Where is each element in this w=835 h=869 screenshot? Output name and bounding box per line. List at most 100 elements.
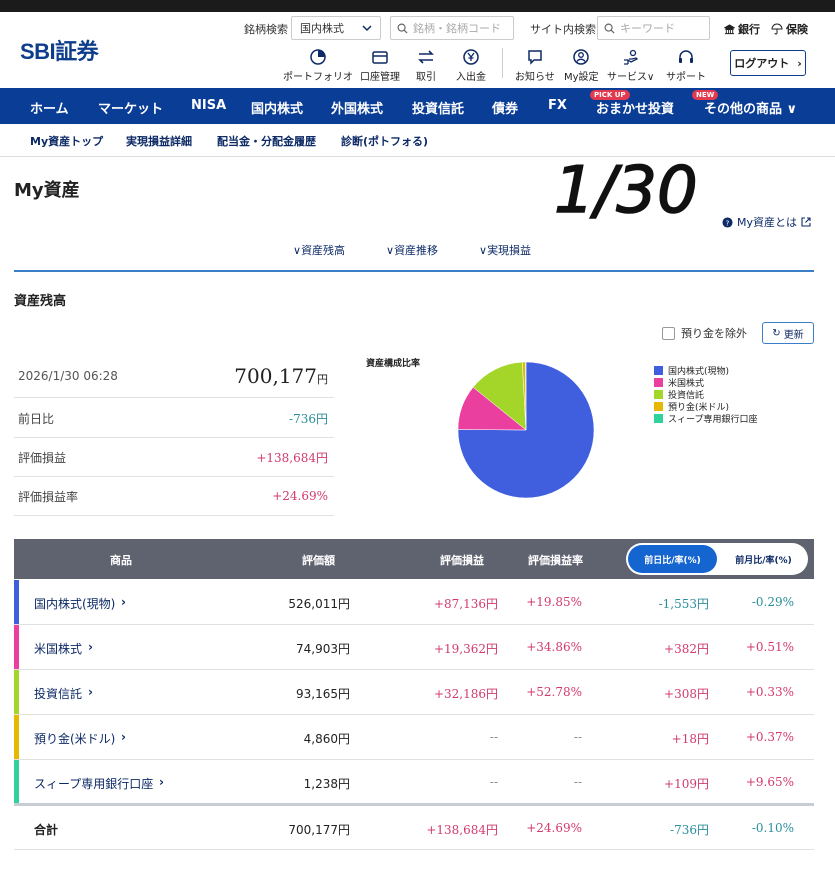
pl-rate-cell: --	[573, 730, 582, 744]
stock-search-placeholder: 銘柄・銘柄コード	[413, 22, 501, 35]
toggle-prev-day[interactable]: 前日比/率(%)	[628, 545, 717, 573]
svg-text:?: ?	[726, 218, 730, 227]
site-search-input[interactable]: キーワード	[597, 16, 710, 40]
row-color-bar	[14, 580, 19, 624]
bank-icon	[724, 23, 735, 34]
sbi-logo[interactable]: SBI証券	[20, 34, 99, 66]
total-valuation: 700,177円	[288, 823, 350, 837]
nav-item-fx[interactable]: FX	[548, 98, 567, 113]
nav-item-bond[interactable]: 債券	[492, 98, 518, 117]
product-link[interactable]: 国内株式(現物)	[34, 595, 115, 612]
my-settings-button[interactable]: My設定	[564, 48, 599, 83]
total-label: 合計	[34, 823, 59, 837]
nav-item-other-label: その他の商品	[704, 102, 783, 117]
legend-item: スィープ専用銀行口座	[654, 412, 757, 425]
total-pl: +138,684円	[426, 823, 498, 837]
portfolio-button[interactable]: ポートフォリオ	[283, 48, 353, 83]
trade-label: 取引	[416, 72, 436, 83]
checkbox-box[interactable]	[662, 326, 675, 340]
legend-item: 米国株式	[654, 376, 757, 389]
row-color-bar	[14, 760, 19, 804]
anchor-asset-balance[interactable]: ∨資産残高	[293, 242, 345, 258]
help-icon: ?	[722, 216, 733, 228]
site-search-label: サイト内検索	[530, 23, 596, 36]
pl-cell: --	[489, 730, 498, 744]
notice-button[interactable]: お知らせ	[515, 48, 555, 83]
nav-item-home[interactable]: ホーム	[30, 98, 69, 117]
pl-rate-cell: +52.78%	[526, 685, 582, 699]
chevron-right-icon: ›	[88, 685, 93, 699]
nav-item-domestic-stock[interactable]: 国内株式	[251, 98, 303, 117]
nav-item-fund[interactable]: 投資信託	[412, 98, 464, 117]
table-row: 投資信託 › 93,165円 +32,186円 +52.78% +308円 +0.33%	[14, 670, 814, 715]
product-link[interactable]: 米国株式	[34, 640, 82, 657]
legend-swatch	[654, 401, 663, 411]
pl-rate-cell: +34.86%	[526, 640, 582, 654]
col-pl: 評価損益	[440, 554, 484, 567]
nav-item-market[interactable]: マーケット	[98, 98, 163, 117]
valuation-cell: 93,165円	[296, 687, 350, 701]
insurance-link[interactable]: 保険	[771, 21, 808, 37]
chevron-down-icon: ∨	[386, 244, 395, 257]
toggle-prev-month[interactable]: 前月比/率(%)	[721, 545, 806, 573]
page-title: My資産	[14, 180, 80, 201]
day-change-cell: +382円	[664, 642, 709, 656]
pl-rate-cell: +19.85%	[526, 595, 582, 609]
chevron-right-icon: ›	[121, 595, 126, 609]
service-label: サービス	[607, 72, 647, 83]
day-change-rate-cell: +9.65%	[745, 775, 794, 789]
logout-button[interactable]: ログアウト ›	[730, 50, 806, 76]
row-color-bar	[14, 670, 19, 714]
anchor-asset-trend[interactable]: ∨資産推移	[386, 242, 438, 258]
product-link[interactable]: スィープ専用銀行口座	[34, 775, 153, 792]
market-select[interactable]: 国内株式	[291, 16, 381, 40]
nav-item-other-products[interactable]: その他の商品 ∨	[704, 98, 797, 117]
trade-button[interactable]: 取引	[416, 48, 436, 83]
total-row: 合計 700,177円 +138,684円 +24.69% -736円 -0.1…	[14, 806, 814, 850]
summary-total-row: 2026/1/30 06:28 700,177円	[14, 355, 334, 398]
table-row: スィープ専用銀行口座 › 1,238円 -- -- +109円 +9.65%	[14, 760, 814, 805]
logout-label: ログアウト	[734, 57, 790, 70]
anchor-realized-pl[interactable]: ∨実現損益	[479, 242, 531, 258]
subnav-my-assets-top[interactable]: My資産トップ	[30, 133, 103, 149]
chat-icon	[528, 50, 542, 65]
portfolio-label: ポートフォリオ	[283, 72, 353, 83]
account-button[interactable]: 口座管理	[360, 48, 400, 83]
product-link[interactable]: 投資信託	[34, 685, 82, 702]
legend-swatch	[654, 365, 663, 375]
chevron-down-icon: ∨	[479, 244, 488, 257]
day-change-cell: +308円	[664, 687, 709, 701]
section-divider	[14, 270, 814, 272]
service-button[interactable]: サービス∨	[607, 48, 654, 83]
bank-link[interactable]: 銀行	[724, 21, 760, 37]
nav-item-foreign-stock[interactable]: 外国株式	[331, 98, 383, 117]
stock-search-input[interactable]: 銘柄・銘柄コード	[390, 16, 514, 40]
search-icon	[604, 23, 615, 34]
chevron-right-icon: ›	[121, 730, 126, 744]
subnav-diagnosis[interactable]: 診断(ポトフォる)	[341, 133, 428, 149]
total-day-change-rate: -0.10%	[751, 821, 794, 835]
col-product: 商品	[110, 554, 132, 567]
table-row: 米国株式 › 74,903円 +19,362円 +34.86% +382円 +0.51%	[14, 625, 814, 670]
service-icon	[623, 49, 638, 65]
day-change-rate-cell: -0.29%	[751, 595, 794, 609]
summary-row: 前日比 -736円	[14, 399, 334, 438]
legend-item: 預り金(米ドル)	[654, 400, 757, 413]
subnav-dividend-history[interactable]: 配当金・分配金履歴	[217, 133, 316, 149]
service-label-wrap: サービス∨	[607, 68, 654, 83]
nav-item-nisa[interactable]: NISA	[191, 98, 226, 113]
support-button[interactable]: サポート	[666, 48, 706, 83]
subnav-realized-pl[interactable]: 実現損益詳細	[126, 133, 192, 149]
deposit-button[interactable]: 入出金	[456, 48, 486, 83]
support-label: サポート	[666, 72, 706, 83]
exclude-deposit-checkbox[interactable]: 預り金を除外	[662, 325, 747, 341]
summary-label: 前日比	[18, 411, 55, 426]
about-my-assets-link[interactable]: ? My資産とは	[722, 214, 811, 230]
pl-cell: +87,136円	[433, 597, 498, 611]
chart-legend: 国内株式(現物) 米国株式 投資信託 預り金(米ドル) スィープ専用銀行口座	[654, 364, 757, 425]
product-link[interactable]: 預り金(米ドル)	[34, 730, 115, 747]
umbrella-icon	[771, 23, 783, 35]
nav-item-robo-advisor[interactable]: おまかせ投資	[596, 98, 674, 117]
legend-item: 投資信託	[654, 388, 757, 401]
refresh-button[interactable]: ↻ 更新	[762, 322, 814, 344]
